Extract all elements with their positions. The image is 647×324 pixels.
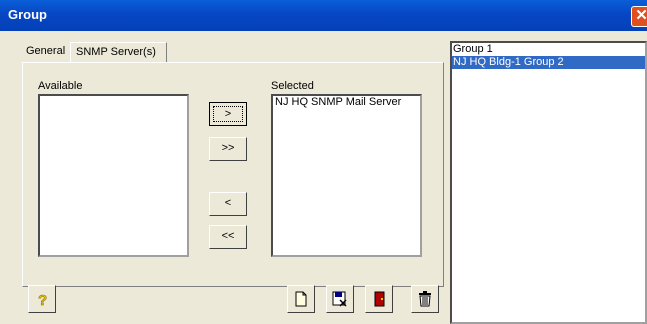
trash-icon bbox=[419, 291, 431, 307]
close-icon: ✕ bbox=[635, 7, 647, 24]
tab-general[interactable]: General bbox=[20, 42, 70, 61]
selected-list[interactable]: NJ HQ SNMP Mail Server bbox=[271, 94, 422, 257]
save-icon bbox=[332, 291, 347, 307]
svg-text:?: ? bbox=[38, 292, 47, 307]
exit-button[interactable] bbox=[365, 285, 393, 313]
save-button[interactable] bbox=[326, 285, 354, 313]
delete-button[interactable] bbox=[411, 285, 439, 313]
window-title: Group bbox=[8, 7, 47, 22]
group-list[interactable]: Group 1 NJ HQ Bldg-1 Group 2 bbox=[450, 41, 647, 324]
help-button[interactable]: ? bbox=[28, 285, 56, 313]
list-item-group-1[interactable]: Group 1 bbox=[452, 43, 645, 56]
remove-one-button[interactable]: < bbox=[209, 192, 247, 216]
new-button[interactable] bbox=[287, 285, 315, 313]
exit-door-icon bbox=[374, 291, 385, 307]
list-item-group-2[interactable]: NJ HQ Bldg-1 Group 2 bbox=[452, 56, 645, 69]
available-label: Available bbox=[38, 80, 83, 92]
new-document-icon bbox=[295, 291, 307, 307]
available-list[interactable] bbox=[38, 94, 189, 257]
add-one-button[interactable]: > bbox=[209, 102, 247, 126]
help-icon: ? bbox=[38, 292, 48, 307]
close-button[interactable]: ✕ bbox=[631, 6, 647, 27]
tab-snmp-servers[interactable]: SNMP Server(s) bbox=[70, 42, 167, 62]
remove-all-button[interactable]: << bbox=[209, 225, 247, 249]
title-bar: Group ✕ bbox=[0, 0, 647, 31]
selected-label: Selected bbox=[271, 80, 314, 92]
add-all-button[interactable]: >> bbox=[209, 137, 247, 161]
list-item[interactable]: NJ HQ SNMP Mail Server bbox=[273, 96, 420, 109]
dialog-body: General SNMP Server(s) Available Selecte… bbox=[0, 31, 647, 324]
